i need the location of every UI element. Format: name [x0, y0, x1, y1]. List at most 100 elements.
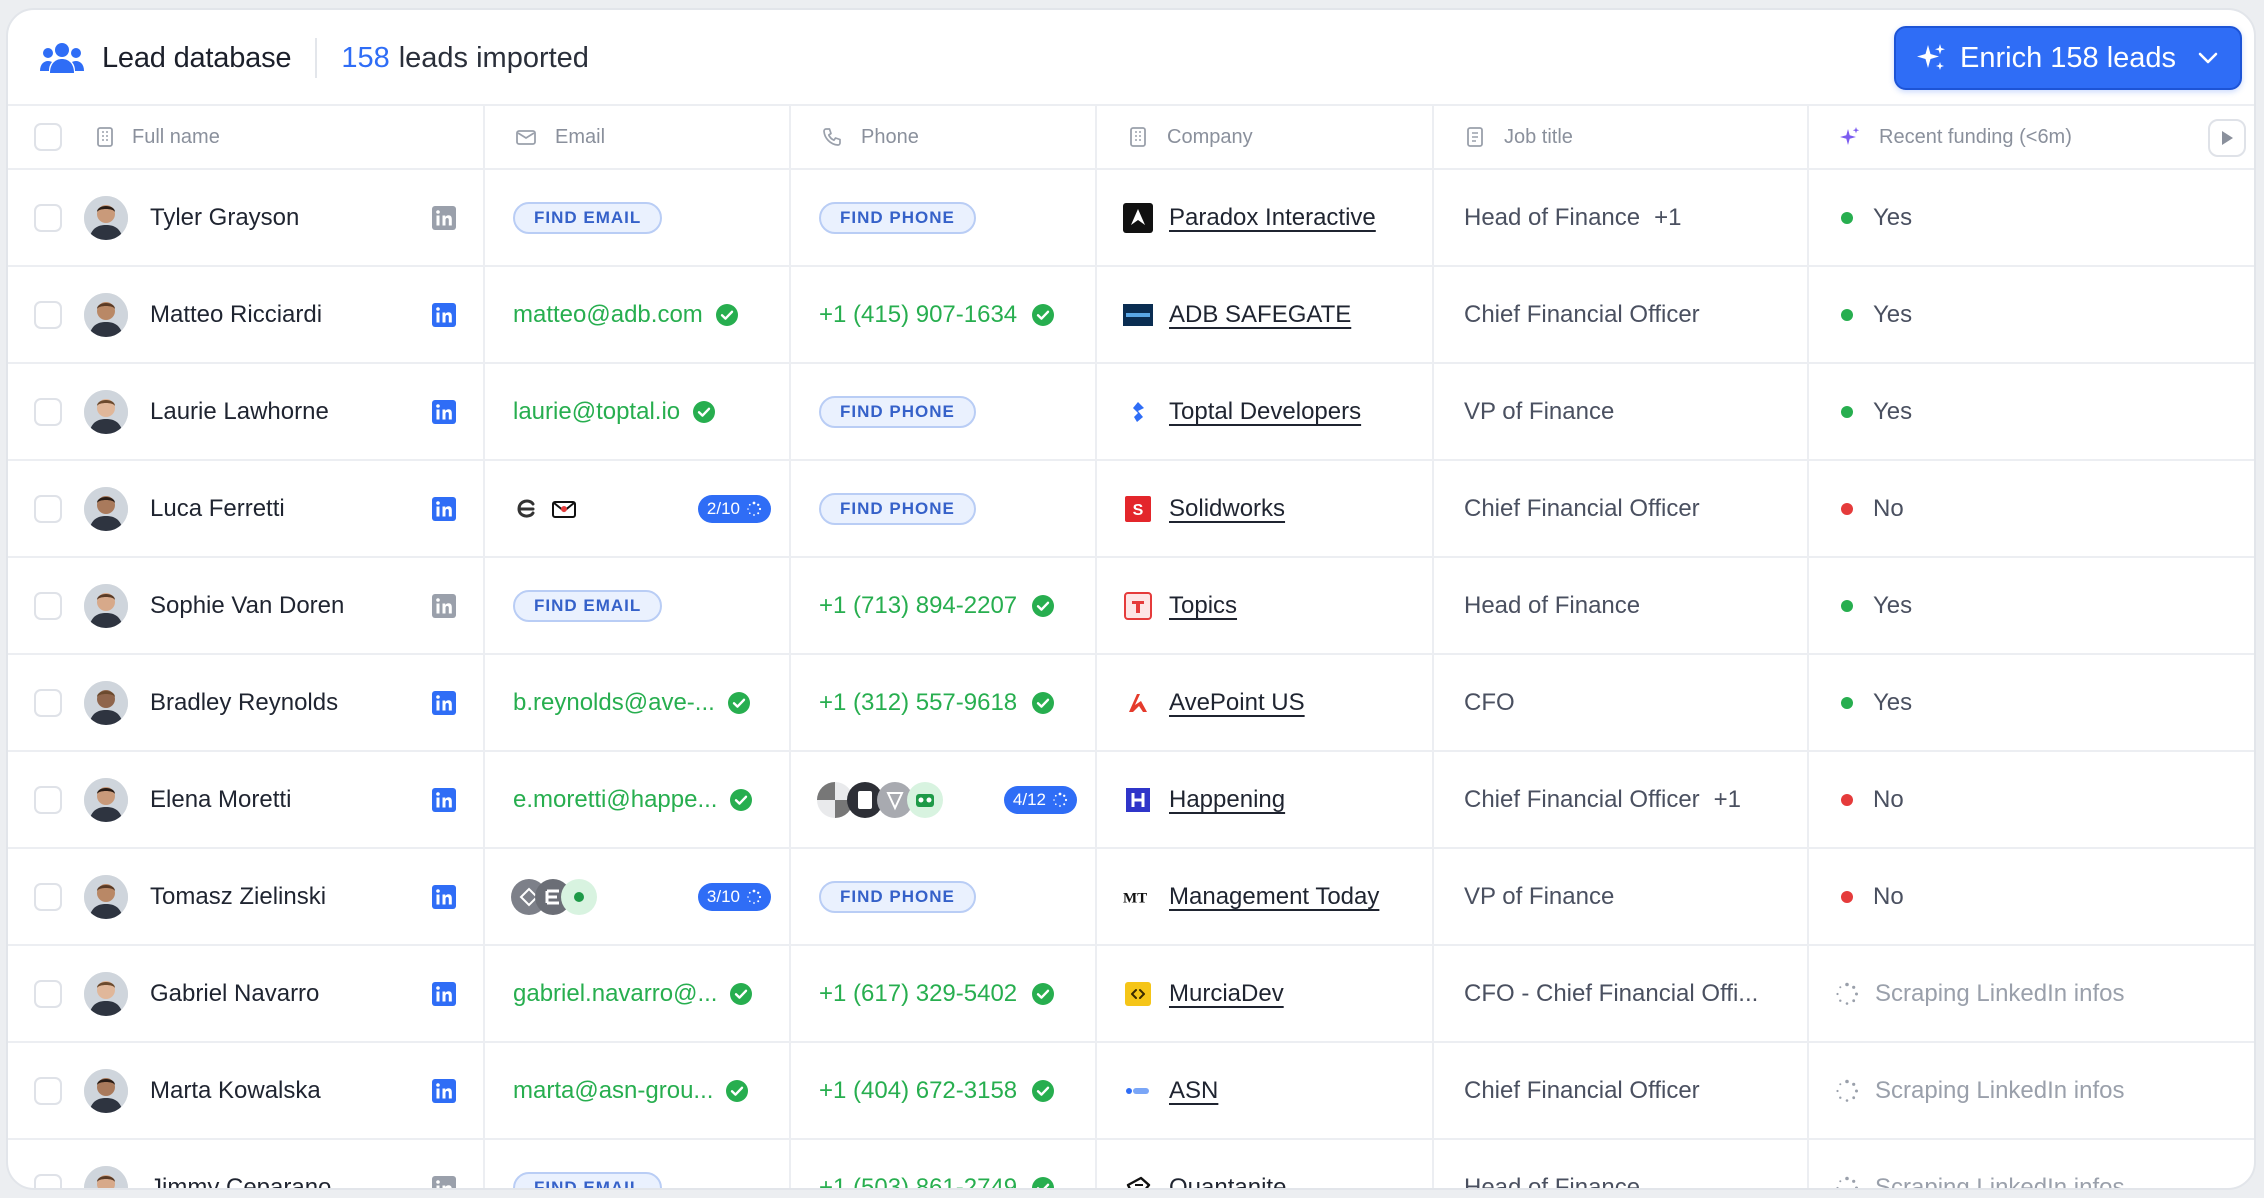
linkedin-icon[interactable] [432, 496, 456, 521]
table-row[interactable]: Marta Kowalska marta@asn-grou... +1 (404) … [8, 1043, 2254, 1140]
job-title-cell[interactable]: Chief Financial Officer +1 [1434, 752, 1809, 847]
table-row[interactable]: Luca Ferretti 2/10 FIND PHONE S Solidworks Ch… [8, 461, 2254, 558]
company-link[interactable]: Topics [1169, 592, 1237, 620]
recent-funding-cell[interactable]: Scraping LinkedIn infos [1809, 1043, 2254, 1138]
row-checkbox[interactable] [34, 882, 62, 911]
column-header-full-name[interactable]: Full name [8, 106, 485, 168]
recent-funding-cell[interactable]: Scraping LinkedIn infos [1809, 946, 2254, 1041]
linkedin-icon[interactable] [432, 787, 456, 812]
row-checkbox[interactable] [34, 979, 62, 1008]
company-link[interactable]: Solidworks [1169, 495, 1285, 523]
find-phone-button[interactable]: FIND PHONE [819, 201, 976, 234]
row-checkbox[interactable] [34, 785, 62, 814]
chevron-down-icon[interactable] [2196, 46, 2220, 70]
company-link[interactable]: Paradox Interactive [1169, 204, 1376, 232]
company-link[interactable]: MurciaDev [1169, 980, 1284, 1008]
full-name-cell[interactable]: Bradley Reynolds [8, 655, 485, 750]
company-cell[interactable]: AvePoint US [1097, 655, 1434, 750]
table-row[interactable]: Laurie Lawhorne laurie@toptal.io FIND PHON… [8, 364, 2254, 461]
full-name-cell[interactable]: Tomasz Zielinski [8, 849, 485, 944]
linkedin-icon[interactable] [432, 399, 456, 424]
company-link[interactable]: ADB SAFEGATE [1169, 301, 1351, 329]
recent-funding-cell[interactable]: Yes [1809, 364, 2254, 459]
row-checkbox[interactable] [34, 300, 62, 329]
phone-cell[interactable]: FIND PHONE [791, 849, 1097, 944]
job-title-cell[interactable]: VP of Finance [1434, 849, 1809, 944]
find-phone-button[interactable]: FIND PHONE [819, 395, 976, 428]
email-cell[interactable]: FIND EMAIL [485, 1140, 791, 1188]
company-link[interactable]: Happening [1169, 786, 1285, 814]
table-row[interactable]: Elena Moretti e.moretti@happe... 4/12 Happe… [8, 752, 2254, 849]
column-header-recent-funding[interactable]: Recent funding (<6m) [1809, 106, 2254, 168]
company-link[interactable]: ASN [1169, 1077, 1218, 1105]
phone-cell[interactable]: 4/12 [791, 752, 1097, 847]
linkedin-icon[interactable] [432, 302, 456, 327]
company-link[interactable]: Quantanite [1169, 1174, 1286, 1189]
email-cell[interactable]: b.reynolds@ave-... [485, 655, 791, 750]
row-checkbox[interactable] [34, 494, 62, 523]
recent-funding-cell[interactable]: No [1809, 752, 2254, 847]
full-name-cell[interactable]: Jimmy Ceparano [8, 1140, 485, 1188]
recent-funding-cell[interactable]: No [1809, 849, 2254, 944]
full-name-cell[interactable]: Gabriel Navarro [8, 946, 485, 1041]
job-title-cell[interactable]: Head of Finance +1 [1434, 170, 1809, 265]
column-header-phone[interactable]: Phone [791, 106, 1097, 168]
select-all-checkbox[interactable] [34, 123, 62, 151]
table-row[interactable]: Jimmy Ceparano FIND EMAIL +1 (503) 861-274… [8, 1140, 2254, 1189]
job-title-cell[interactable]: CFO - Chief Financial Offi... [1434, 946, 1809, 1041]
find-phone-button[interactable]: FIND PHONE [819, 492, 976, 525]
company-cell[interactable]: Happening [1097, 752, 1434, 847]
row-checkbox[interactable] [34, 203, 62, 232]
table-row[interactable]: Sophie Van Doren FIND EMAIL +1 (713) 894-2… [8, 558, 2254, 655]
recent-funding-cell[interactable]: Yes [1809, 655, 2254, 750]
email-cell[interactable]: FIND EMAIL [485, 170, 791, 265]
email-cell[interactable]: gabriel.navarro@... [485, 946, 791, 1041]
full-name-cell[interactable]: Sophie Van Doren [8, 558, 485, 653]
company-link[interactable]: Management Today [1169, 883, 1379, 911]
row-checkbox[interactable] [34, 397, 62, 426]
linkedin-icon[interactable] [432, 981, 456, 1006]
linkedin-icon[interactable] [432, 884, 456, 909]
table-row[interactable]: Tyler Grayson FIND EMAIL FIND PHONE Paradox… [8, 170, 2254, 267]
company-cell[interactable]: Quantanite [1097, 1140, 1434, 1189]
full-name-cell[interactable]: Marta Kowalska [8, 1043, 485, 1138]
job-title-cell[interactable]: Chief Financial Officer [1434, 267, 1809, 362]
row-checkbox[interactable] [34, 1173, 62, 1188]
company-cell[interactable]: Topics [1097, 558, 1434, 653]
table-row[interactable]: Bradley Reynolds b.reynolds@ave-... +1 (31… [8, 655, 2254, 752]
job-title-cell[interactable]: Chief Financial Officer [1434, 1043, 1809, 1138]
play-icon[interactable] [2208, 119, 2246, 157]
job-title-more-badge[interactable]: +1 [1654, 204, 1681, 232]
find-phone-button[interactable]: FIND PHONE [819, 880, 976, 913]
email-cell[interactable]: 3/10 [485, 849, 791, 944]
phone-cell[interactable]: +1 (713) 894-2207 [791, 558, 1097, 653]
email-cell[interactable]: 2/10 [485, 461, 791, 556]
company-cell[interactable]: MurciaDev [1097, 946, 1434, 1041]
company-link[interactable]: AvePoint US [1169, 689, 1305, 717]
find-email-button[interactable]: FIND EMAIL [513, 589, 663, 622]
job-title-cell[interactable]: Head of Finance [1434, 1140, 1809, 1188]
column-header-job-title[interactable]: Job title [1434, 106, 1809, 168]
company-cell[interactable]: Toptal Developers [1097, 364, 1434, 459]
column-header-company[interactable]: Company [1097, 106, 1434, 168]
recent-funding-cell[interactable]: Scraping LinkedIn infos [1809, 1140, 2254, 1188]
full-name-cell[interactable]: Laurie Lawhorne [8, 364, 485, 459]
company-cell[interactable]: ASN [1097, 1043, 1434, 1138]
linkedin-icon[interactable] [432, 205, 456, 230]
job-title-cell[interactable]: Head of Finance [1434, 558, 1809, 653]
job-title-cell[interactable]: CFO [1434, 655, 1809, 750]
company-link[interactable]: Toptal Developers [1169, 398, 1361, 426]
company-cell[interactable]: S Solidworks [1097, 461, 1434, 556]
phone-cell[interactable]: FIND PHONE [791, 461, 1097, 556]
linkedin-icon[interactable] [432, 593, 456, 618]
enrich-leads-button[interactable]: Enrich 158 leads [1894, 26, 2242, 90]
column-header-email[interactable]: Email [485, 106, 791, 168]
email-cell[interactable]: FIND EMAIL [485, 558, 791, 653]
job-title-cell[interactable]: Chief Financial Officer [1434, 461, 1809, 556]
linkedin-icon[interactable] [432, 1175, 456, 1188]
full-name-cell[interactable]: Tyler Grayson [8, 170, 485, 265]
email-cell[interactable]: laurie@toptal.io [485, 364, 791, 459]
email-cell[interactable]: marta@asn-grou... [485, 1043, 791, 1138]
row-checkbox[interactable] [34, 1076, 62, 1105]
phone-cell[interactable]: +1 (415) 907-1634 [791, 267, 1097, 362]
